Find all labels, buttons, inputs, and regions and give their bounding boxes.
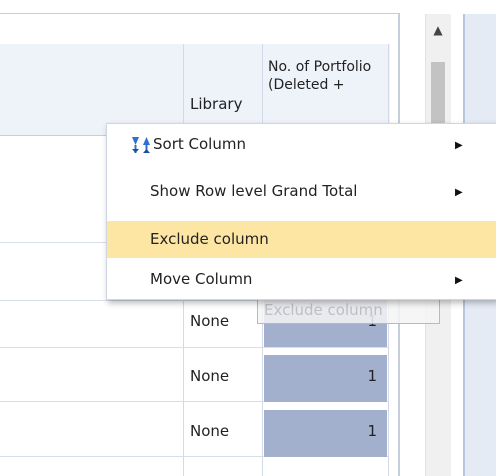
column-header-library[interactable]: Library xyxy=(190,95,242,113)
cell-portfolio-count[interactable]: 1 xyxy=(264,410,387,457)
cell-library: None xyxy=(190,367,230,385)
menu-label-move-column: Move Column xyxy=(150,270,253,288)
cell-library: None xyxy=(190,312,230,330)
submenu-arrow-icon: ▶ xyxy=(455,275,463,286)
submenu-arrow-icon: ▶ xyxy=(455,140,463,151)
column-header-portfolio[interactable]: No. of Portfolio (Deleted + xyxy=(268,58,390,94)
row-divider xyxy=(0,347,388,348)
cell-portfolio-count[interactable]: 1 xyxy=(264,355,387,402)
sort-icon xyxy=(132,137,150,153)
menu-label-show-row-grand-total: Show Row level Grand Total xyxy=(150,182,358,200)
menu-label-sort-column: Sort Column xyxy=(153,135,246,153)
submenu-arrow-icon: ▶ xyxy=(455,187,463,198)
drag-tooltip: Exclude column xyxy=(257,298,440,324)
scroll-up-icon[interactable]: ▲ xyxy=(430,22,446,38)
cell-library: None xyxy=(190,422,230,440)
table-top-border xyxy=(0,0,400,14)
menu-label-exclude-column: Exclude column xyxy=(150,230,269,248)
